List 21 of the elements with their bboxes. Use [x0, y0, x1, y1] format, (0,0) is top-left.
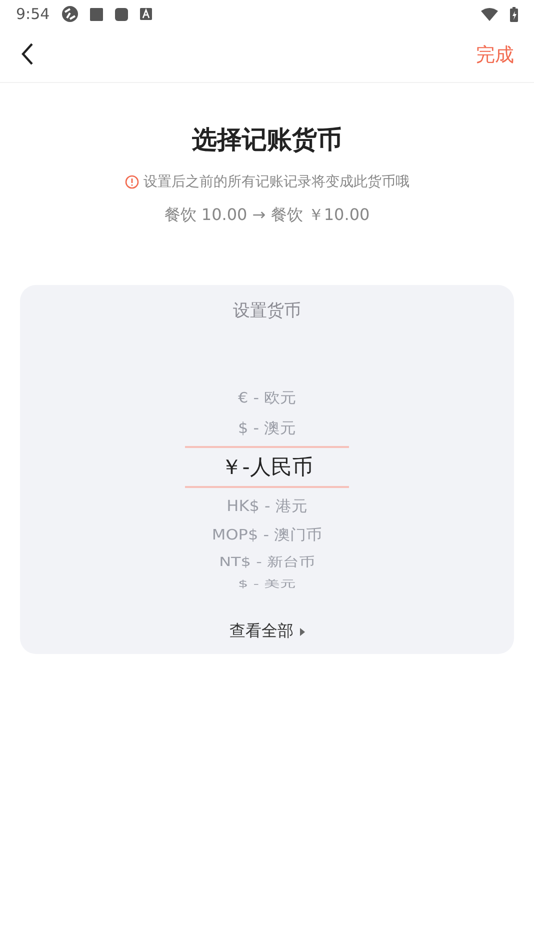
warning-text: 设置后之前的所有记账记录将变成此货币哦: [144, 173, 410, 191]
view-all-link[interactable]: 查看全部: [224, 620, 310, 643]
done-button[interactable]: 完成: [476, 42, 514, 68]
currency-option[interactable]: $ - 美元: [185, 578, 349, 590]
caret-icon: [300, 628, 304, 636]
warning-icon: [124, 175, 138, 189]
app-icon: [114, 8, 128, 20]
currency-option[interactable]: NT$ - 新台币: [185, 552, 349, 572]
example-text: 餐饮 10.00 → 餐饮 ￥10.00: [163, 205, 371, 226]
app-icon: [90, 8, 103, 20]
keyboard-icon: [140, 8, 152, 20]
currency-option[interactable]: HK$ - 港元: [185, 492, 349, 520]
wifi-icon: [481, 8, 498, 20]
currency-option[interactable]: MOP$ - 澳门币: [185, 522, 349, 549]
currency-option[interactable]: € - 欧元: [185, 385, 349, 412]
picker-title: 设置货币: [232, 300, 302, 322]
currency-option[interactable]: ￥-人民币: [185, 446, 349, 488]
status-time: 9:54: [16, 5, 50, 23]
currency-option[interactable]: $ - 澳元: [185, 414, 349, 442]
page-title: 选择记账货币: [191, 124, 343, 156]
battery-icon: [510, 6, 518, 22]
